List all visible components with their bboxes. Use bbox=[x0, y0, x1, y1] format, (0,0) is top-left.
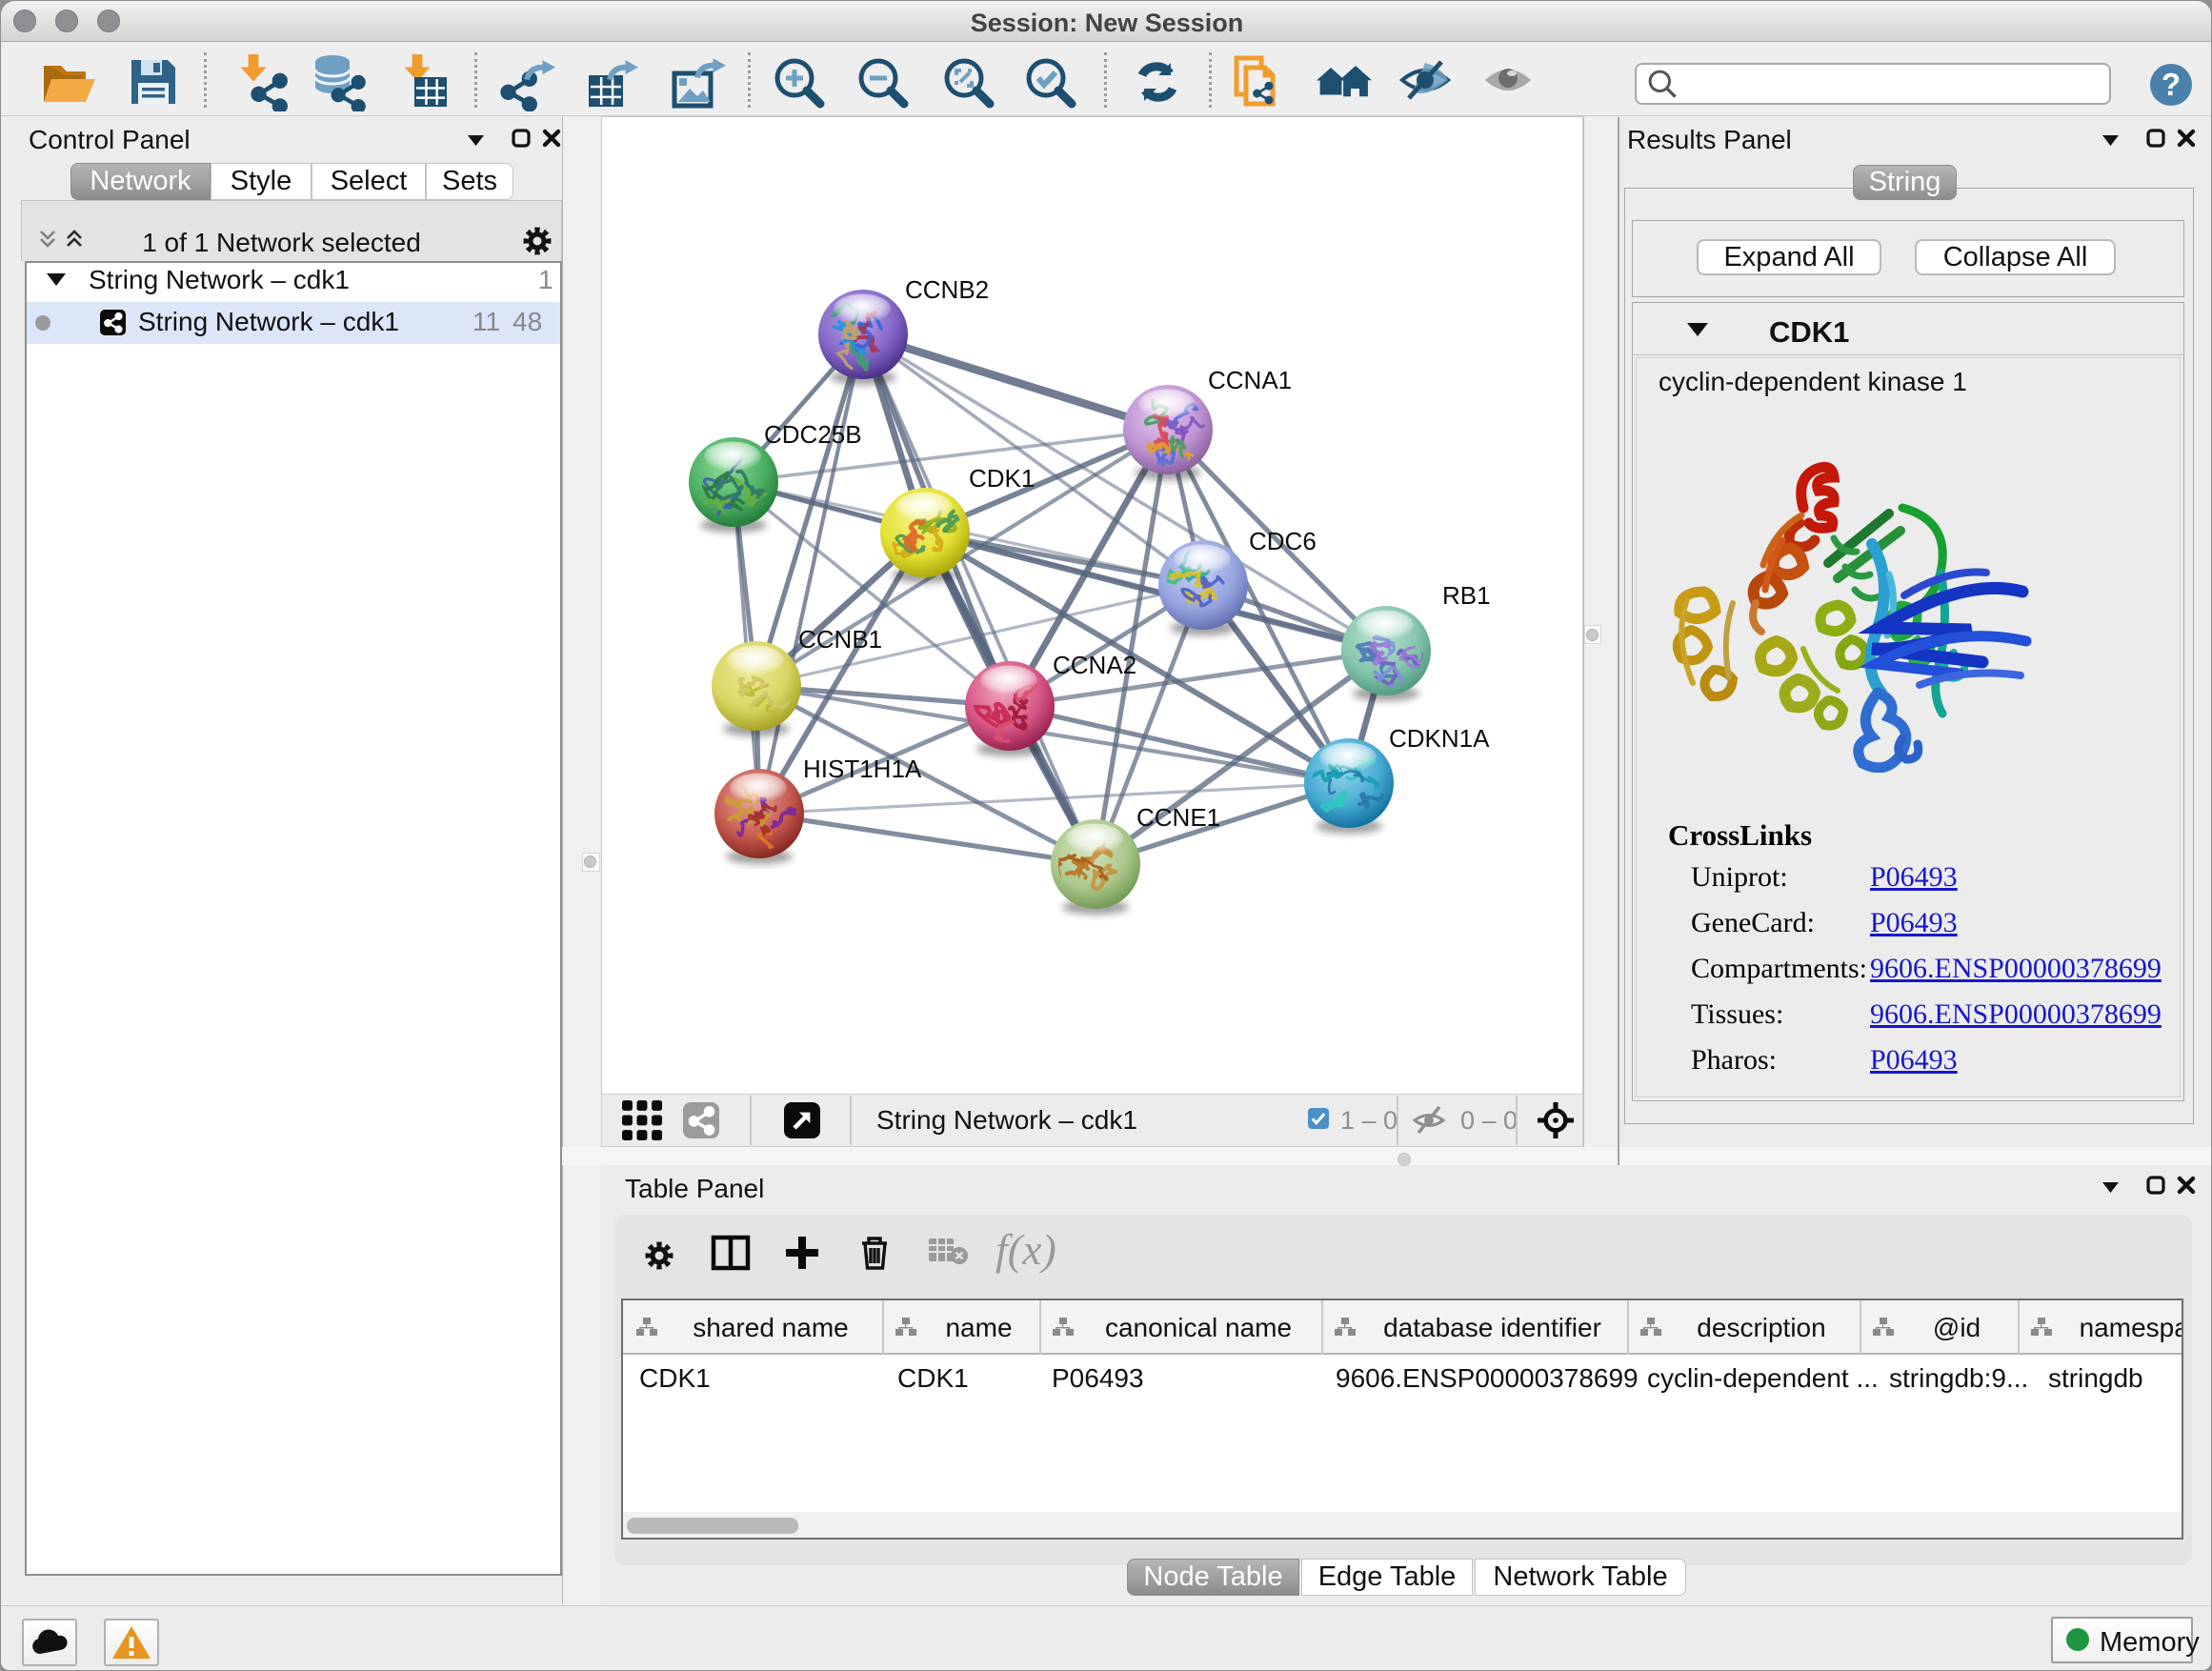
svg-text:CCNB1: CCNB1 bbox=[798, 625, 882, 654]
svg-text:CCNA1: CCNA1 bbox=[1208, 366, 1292, 394]
svg-text:CDC25B: CDC25B bbox=[764, 420, 862, 449]
svg-text:RB1: RB1 bbox=[1442, 581, 1491, 610]
svg-text:CDK1: CDK1 bbox=[969, 464, 1035, 493]
svg-text:CDKN1A: CDKN1A bbox=[1389, 724, 1490, 753]
svg-text:HIST1H1A: HIST1H1A bbox=[803, 755, 922, 783]
svg-text:CDC6: CDC6 bbox=[1249, 527, 1317, 555]
svg-text:CCNB2: CCNB2 bbox=[905, 275, 989, 304]
svg-text:CCNA2: CCNA2 bbox=[1053, 651, 1136, 679]
svg-text:CCNE1: CCNE1 bbox=[1136, 803, 1220, 832]
svg-text:?: ? bbox=[2162, 67, 2181, 102]
